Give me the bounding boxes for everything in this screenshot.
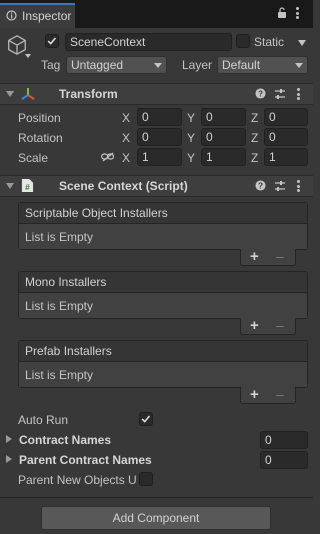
scale-label: Scale — [18, 151, 49, 165]
object-name-field[interactable]: SceneContext — [65, 33, 232, 51]
position-x-label[interactable]: X — [122, 111, 130, 125]
chevron-down-icon — [295, 63, 303, 68]
rotation-y-field[interactable]: 0 — [201, 128, 246, 146]
parent-new-objects-checkbox[interactable] — [139, 472, 153, 486]
list-body: List is Empty — [19, 224, 307, 249]
list-empty-label: List is Empty — [25, 368, 94, 382]
icon-dropdown-caret[interactable] — [25, 54, 31, 58]
presets-icon[interactable] — [274, 88, 286, 100]
position-z-label[interactable]: Z — [251, 111, 258, 125]
list-header-label: Mono Installers — [25, 275, 107, 289]
position-z-field[interactable]: 0 — [264, 108, 308, 126]
help-icon[interactable]: ? — [255, 180, 266, 191]
active-checkbox[interactable] — [45, 34, 59, 48]
add-item-button[interactable]: + — [250, 248, 259, 265]
list-body: List is Empty — [19, 362, 307, 387]
script-title: Scene Context (Script) — [59, 179, 188, 193]
list-header: Prefab Installers — [19, 341, 307, 362]
auto-run-label: Auto Run — [18, 413, 69, 427]
info-icon — [6, 10, 17, 21]
list-header: Scriptable Object Installers — [19, 203, 307, 224]
chevron-down-icon — [154, 63, 162, 68]
divider — [0, 497, 313, 498]
transform-menu-icon[interactable] — [297, 88, 301, 100]
static-checkbox[interactable] — [236, 34, 250, 48]
contract-names-label[interactable]: Contract Names — [19, 433, 111, 447]
position-y-label[interactable]: Y — [187, 111, 195, 125]
svg-text:?: ? — [258, 182, 263, 191]
parent-new-objects-label: Parent New Objects U — [18, 473, 136, 487]
list-header-label: Prefab Installers — [25, 344, 112, 358]
rotation-x-label[interactable]: X — [122, 131, 130, 145]
rotation-z-label[interactable]: Z — [251, 131, 258, 145]
scale-y-label[interactable]: Y — [187, 151, 195, 165]
tab-label: Inspector — [22, 9, 72, 23]
transform-axes-icon — [21, 88, 35, 100]
add-item-button[interactable]: + — [250, 317, 259, 334]
prefab-installers-list: Prefab Installers List is Empty — [18, 340, 308, 388]
checkmark-icon — [141, 415, 151, 423]
layer-dropdown[interactable]: Default — [217, 56, 308, 74]
parent-contract-names-label[interactable]: Parent Contract Names — [19, 453, 152, 467]
presets-icon[interactable] — [274, 180, 286, 192]
link-icon[interactable] — [101, 152, 115, 162]
static-label: Static — [254, 35, 285, 49]
contract-names-foldout-icon[interactable] — [6, 435, 12, 443]
list-add-remove-bar: + – — [240, 317, 296, 335]
scale-x-label[interactable]: X — [122, 151, 130, 165]
transform-title: Transform — [59, 87, 118, 101]
scale-y-field[interactable]: 1 — [201, 148, 246, 166]
rotation-label: Rotation — [18, 131, 63, 145]
remove-item-button[interactable]: – — [276, 317, 284, 333]
position-x-field[interactable]: 0 — [137, 108, 182, 126]
add-component-button[interactable]: Add Component — [41, 506, 271, 530]
contract-names-size-field[interactable]: 0 — [260, 431, 308, 449]
parent-contract-names-size-field[interactable]: 0 — [260, 451, 308, 469]
lock-icon[interactable] — [277, 7, 287, 19]
tab-menu-icon[interactable] — [296, 7, 300, 19]
position-label: Position — [18, 111, 61, 125]
scale-z-label[interactable]: Z — [251, 151, 258, 165]
transform-foldout-icon[interactable] — [6, 91, 14, 97]
tag-value: Untagged — [71, 58, 124, 72]
add-item-button[interactable]: + — [250, 386, 259, 403]
layer-value: Default — [222, 58, 261, 72]
auto-run-checkbox[interactable] — [139, 412, 153, 426]
transform-header[interactable] — [0, 83, 313, 105]
checkmark-icon — [47, 37, 57, 45]
gameobject-cube-icon — [8, 35, 26, 55]
scriptable-object-installers-list: Scriptable Object Installers List is Emp… — [18, 202, 308, 250]
scale-z-field[interactable]: 1 — [264, 148, 308, 166]
rotation-z-field[interactable]: 0 — [264, 128, 308, 146]
tab-inspector[interactable]: Inspector — [0, 3, 75, 28]
layer-label: Layer — [182, 58, 213, 72]
script-menu-icon[interactable] — [297, 180, 301, 192]
position-y-field[interactable]: 0 — [201, 108, 246, 126]
remove-item-button[interactable]: – — [276, 248, 284, 264]
list-header: Mono Installers — [19, 272, 307, 293]
rotation-x-field[interactable]: 0 — [137, 128, 182, 146]
csharp-script-icon: # — [21, 179, 34, 192]
mono-installers-list: Mono Installers List is Empty — [18, 271, 308, 319]
list-empty-label: List is Empty — [25, 299, 94, 313]
list-add-remove-bar: + – — [240, 248, 296, 266]
list-add-remove-bar: + – — [240, 386, 296, 404]
tag-label: Tag — [41, 58, 61, 72]
tag-dropdown[interactable]: Untagged — [66, 56, 167, 74]
help-icon[interactable]: ? — [255, 88, 266, 99]
parent-contract-names-foldout-icon[interactable] — [6, 455, 12, 463]
static-dropdown-caret[interactable] — [298, 40, 306, 46]
list-empty-label: List is Empty — [25, 230, 94, 244]
list-body: List is Empty — [19, 293, 307, 318]
list-header-label: Scriptable Object Installers — [25, 206, 168, 220]
rotation-y-label[interactable]: Y — [187, 131, 195, 145]
scale-x-field[interactable]: 1 — [137, 148, 182, 166]
svg-text:?: ? — [258, 90, 263, 99]
script-foldout-icon[interactable] — [6, 183, 14, 189]
remove-item-button[interactable]: – — [276, 386, 284, 402]
svg-text:#: # — [25, 182, 30, 192]
